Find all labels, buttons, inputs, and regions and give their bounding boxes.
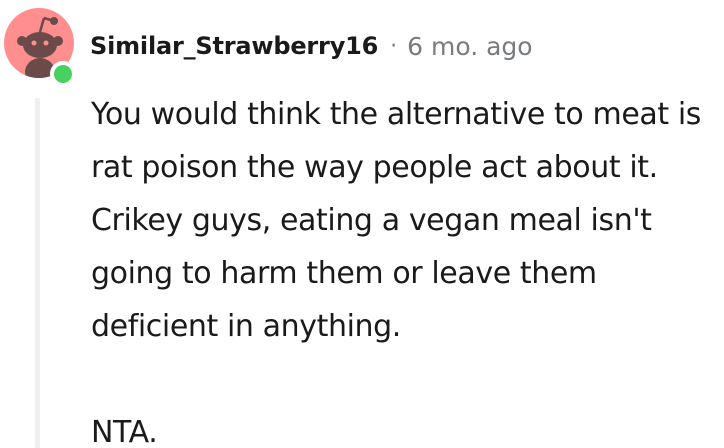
- meta-separator: ·: [390, 33, 398, 59]
- comment-paragraph: You would think the alternative to meat …: [91, 97, 702, 344]
- user-avatar-wrapper[interactable]: [4, 8, 76, 87]
- online-status-dot: [50, 61, 76, 87]
- comment-header: Similar_Strawberry16 · 6 mo. ago: [90, 26, 533, 66]
- username-link[interactable]: Similar_Strawberry16: [90, 32, 378, 60]
- timestamp[interactable]: 6 mo. ago: [407, 32, 532, 61]
- comment: Similar_Strawberry16 · 6 mo. ago You wou…: [0, 0, 724, 448]
- comment-body: You would think the alternative to meat …: [91, 88, 721, 448]
- thread-collapse-line[interactable]: [35, 98, 40, 448]
- comment-paragraph: NTA.: [91, 415, 158, 448]
